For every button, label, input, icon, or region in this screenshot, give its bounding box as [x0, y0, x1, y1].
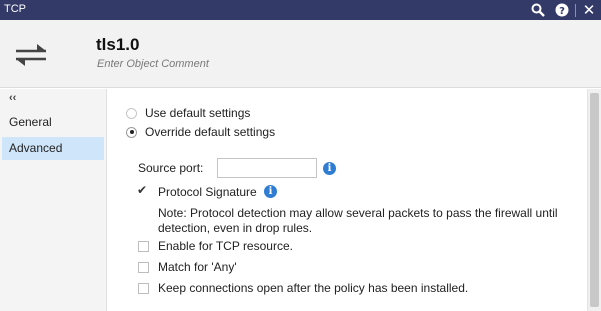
vertical-scrollbar[interactable] [587, 89, 601, 311]
title-bar: TCP ? ✕ [0, 0, 601, 20]
collapse-sidebar-icon[interactable]: ‹‹ [9, 92, 16, 104]
window-title: TCP [4, 3, 26, 15]
source-port-label: Source port: [138, 161, 204, 175]
sidebar: ‹‹ General Advanced [0, 89, 107, 311]
radio-label: Use default settings [145, 106, 251, 120]
search-icon[interactable] [529, 0, 547, 20]
sidebar-item-general[interactable]: General [0, 111, 106, 134]
protocol-detection-note: Note: Protocol detection may allow sever… [158, 206, 558, 235]
protocol-signature-checkbox[interactable]: Protocol Signature [137, 183, 257, 200]
scrollbar-thumb[interactable] [590, 93, 599, 307]
use-default-settings-radio[interactable]: Use default settings [126, 106, 250, 120]
override-default-settings-radio[interactable]: Override default settings [126, 125, 275, 139]
object-comment-field[interactable]: Enter Object Comment [97, 58, 209, 70]
checkbox-label: Keep connections open after the policy h… [158, 281, 469, 295]
radio-label: Override default settings [145, 125, 276, 139]
radio-button[interactable] [126, 126, 137, 138]
checkbox[interactable] [137, 183, 149, 198]
close-icon[interactable]: ✕ [580, 0, 598, 20]
checkbox[interactable] [138, 261, 149, 273]
match-for-any-checkbox[interactable]: Match for 'Any' [138, 260, 237, 274]
info-icon[interactable]: i [323, 162, 336, 175]
object-header: tls1.0 Enter Object Comment [0, 20, 601, 88]
tcp-arrows-icon [16, 44, 46, 66]
object-name[interactable]: tls1.0 [96, 35, 139, 55]
keep-connections-open-checkbox[interactable]: Keep connections open after the policy h… [138, 281, 468, 295]
radio-button[interactable] [126, 107, 137, 119]
svg-text:?: ? [559, 6, 565, 17]
advanced-settings-panel: Use default settings Override default se… [108, 89, 587, 311]
checkbox-label: Protocol Signature [158, 185, 257, 199]
checkbox-label: Match for 'Any' [158, 260, 237, 274]
enable-tcp-resource-checkbox[interactable]: Enable for TCP resource. [138, 239, 293, 253]
checkbox-label: Enable for TCP resource. [158, 239, 293, 253]
help-icon[interactable]: ? [553, 0, 571, 20]
checkbox[interactable] [138, 282, 149, 294]
source-port-input[interactable] [217, 158, 317, 178]
titlebar-divider [575, 4, 576, 17]
info-icon[interactable]: i [264, 185, 277, 198]
sidebar-item-advanced[interactable]: Advanced [2, 137, 104, 160]
checkbox[interactable] [138, 240, 149, 252]
